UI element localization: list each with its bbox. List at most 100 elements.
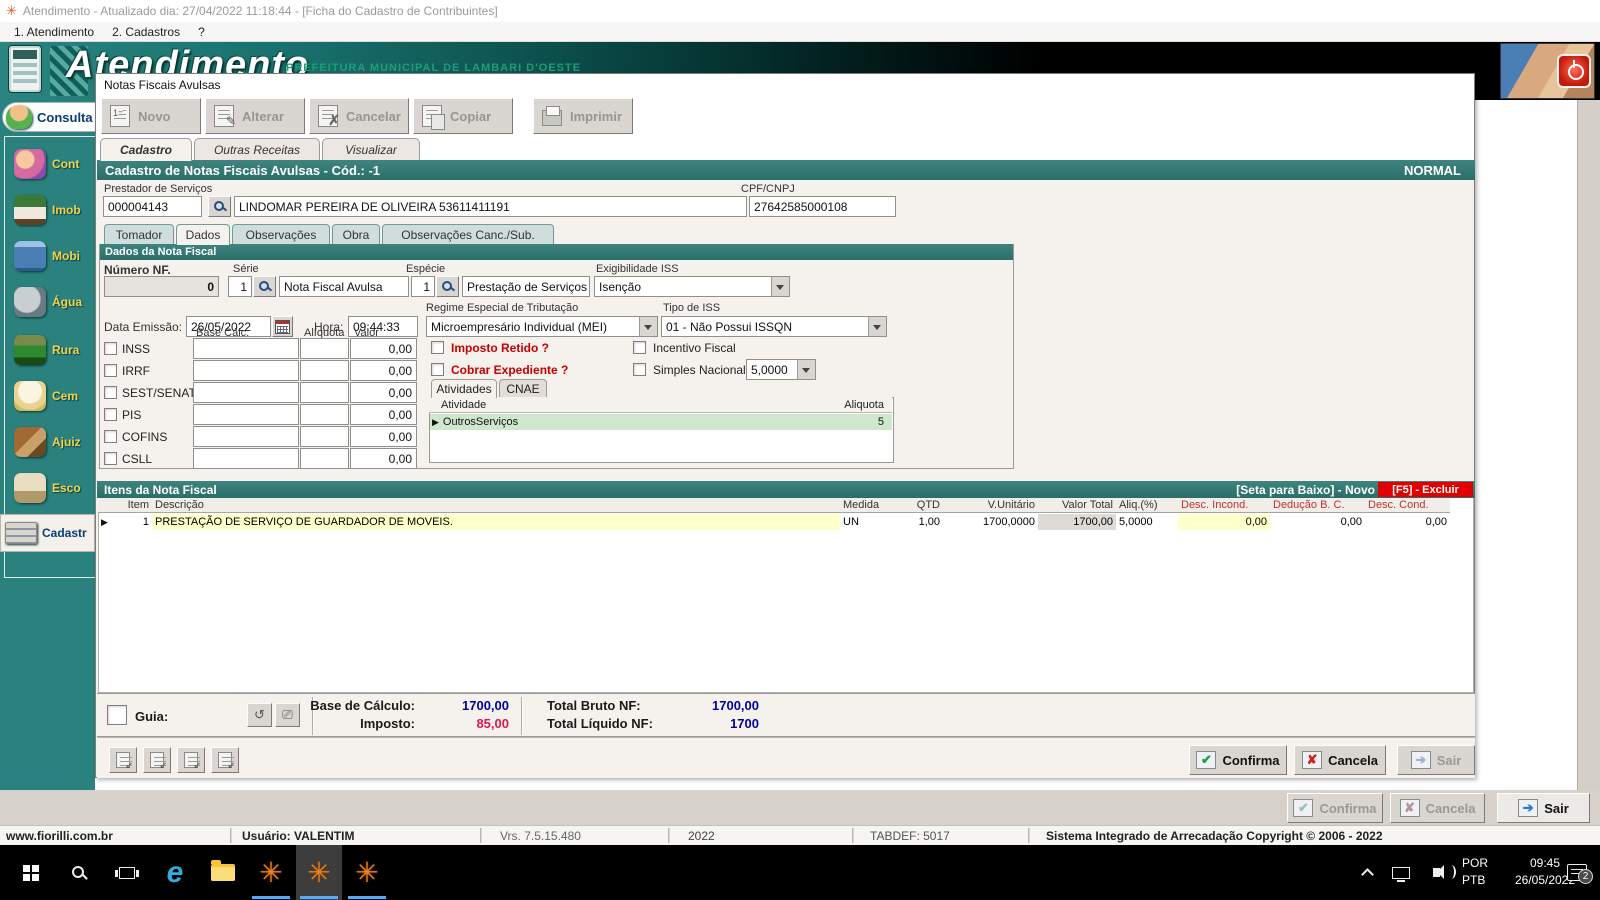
serie-input[interactable]: 1 [228,276,252,297]
fiorilli-app-3-button[interactable]: ✳ [344,845,390,900]
network-tray-button[interactable] [1385,845,1417,900]
tab-visualizar[interactable]: Visualizar [322,138,420,161]
irrf-aliq-input[interactable] [300,360,349,381]
calendar-button[interactable] [272,316,293,337]
pis-aliq-input[interactable] [300,404,349,425]
aliquota-col-header: Aliquota [844,398,884,411]
novo-button[interactable]: Novo [101,98,201,134]
inss-aliq-input[interactable] [300,338,349,359]
csll-base-input[interactable] [193,448,299,469]
cofins-base-input[interactable] [193,426,299,447]
item-row[interactable]: ▶ 1 PRESTAÇÃO DE SERVIÇO DE GUARDADOR DE… [98,514,1450,530]
cpf-cnpj-input[interactable]: 27642585000108 [749,196,896,217]
irrf-valor-input[interactable]: 0,00 [350,360,417,381]
inss-base-input[interactable] [193,338,299,359]
copiar-button[interactable]: Copiar [413,98,513,134]
tab-observacoes[interactable]: Observações [232,224,330,245]
prestador-search-button[interactable] [208,196,231,217]
confirma-button[interactable]: Confirma [1189,745,1287,775]
printer-icon [542,106,562,126]
tab-observacoes-canc[interactable]: Observações Canc./Sub. [382,224,554,245]
internet-explorer-button[interactable]: e [152,845,198,900]
simples-valor-select[interactable]: 5,0000 [746,359,816,380]
house-icon [14,195,46,225]
taskbar-search-button[interactable] [56,845,102,900]
irrf-base-input[interactable] [193,360,299,381]
menu-help[interactable]: ? [194,24,209,40]
new-record-icon [110,105,130,127]
fiorilli-app-1-button[interactable]: ✳ [248,845,294,900]
cofins-checkbox[interactable] [104,430,117,443]
pis-base-input[interactable] [193,404,299,425]
exigibilidade-select[interactable]: Isenção [594,276,790,297]
pis-checkbox[interactable] [104,408,117,421]
inss-valor-input[interactable]: 0,00 [350,338,417,359]
fiorilli-app-2-button[interactable]: ✳ [296,845,342,900]
outer-confirma-button[interactable]: Confirma [1287,793,1383,823]
nav-last-button[interactable] [211,747,239,773]
inss-checkbox[interactable] [104,342,117,355]
imposto-retido-checkbox[interactable] [431,341,444,354]
sair-button[interactable]: Sair [1397,745,1475,775]
numero-nf-input[interactable]: 0 [104,276,219,297]
sest-base-input[interactable] [193,382,299,403]
especie-input[interactable]: 1 [411,276,435,297]
status-year: 2022 [688,829,715,843]
file-explorer-button[interactable] [200,845,246,900]
sest-aliq-input[interactable] [300,382,349,403]
gavel-icon [14,427,46,457]
nav-next-button[interactable] [177,747,205,773]
sidebar-item-cadastro[interactable]: Cadastr [0,514,95,552]
atividade-row[interactable]: ▶ OutrosServiços 5 [430,414,892,430]
simples-nacional-label: Simples Nacional [653,363,746,377]
power-button-icon[interactable] [1557,54,1591,88]
menu-cadastros[interactable]: 2. Cadastros [108,24,184,40]
cancelar-button[interactable]: Cancelar [309,98,409,134]
tab-outras-receitas[interactable]: Outras Receitas [194,138,320,161]
menu-atendimento[interactable]: 1. Atendimento [10,24,98,40]
tab-cnae[interactable]: CNAE [499,379,547,398]
task-view-button[interactable] [104,845,150,900]
pis-valor-input[interactable]: 0,00 [350,404,417,425]
guia-checkbox[interactable] [107,705,127,725]
nav-first-button[interactable] [109,747,137,773]
regime-select[interactable]: Microempresário Individual (MEI) [426,316,658,337]
tab-dados[interactable]: Dados [176,224,230,245]
imprimir-button[interactable]: Imprimir [533,98,633,134]
outer-sair-button[interactable]: Sair [1497,793,1590,823]
irrf-checkbox[interactable] [104,364,117,377]
alterar-button[interactable]: Alterar [205,98,305,134]
prestador-name-input[interactable]: LINDOMAR PEREIRA DE OLIVEIRA 53611411191 [234,196,747,217]
sidebar-item-consulta[interactable]: Consulta [2,102,98,132]
nav-prev-button[interactable] [143,747,171,773]
prestador-code-input[interactable]: 000004143 [103,196,202,217]
tab-obra[interactable]: Obra [332,224,380,245]
especie-search-button[interactable] [436,276,459,297]
guia-label: Guia: [135,709,169,724]
start-button[interactable] [8,845,54,900]
especie-desc-input[interactable]: Prestação de Serviços [462,276,590,297]
sest-checkbox[interactable] [104,386,117,399]
serie-search-button[interactable] [253,276,276,297]
csll-checkbox[interactable] [104,452,117,465]
serie-desc-input[interactable]: Nota Fiscal Avulsa [279,276,409,297]
csll-aliq-input[interactable] [300,448,349,469]
incentivo-fiscal-checkbox[interactable] [633,341,646,354]
notification-center-button[interactable]: 2 [1558,845,1596,900]
tray-expand-button[interactable] [1352,845,1382,900]
tab-cadastro[interactable]: Cadastro [100,138,192,161]
tab-atividades[interactable]: Atividades [431,379,497,398]
tipo-iss-label: Tipo de ISS [663,302,721,314]
cobrar-expediente-checkbox[interactable] [431,363,444,376]
cobrar-expediente-label: Cobrar Expediente ? [451,363,569,377]
simples-nacional-checkbox[interactable] [633,363,646,376]
tipo-iss-select[interactable]: 01 - Não Possui ISSQN [661,316,887,337]
cofins-aliq-input[interactable] [300,426,349,447]
csll-valor-input[interactable]: 0,00 [350,448,417,469]
volume-tray-button[interactable] [1418,845,1456,900]
cofins-valor-input[interactable]: 0,00 [350,426,417,447]
outer-cancela-button[interactable]: Cancela [1390,793,1485,823]
sest-valor-input[interactable]: 0,00 [350,382,417,403]
tab-tomador[interactable]: Tomador [104,224,174,245]
cancela-button[interactable]: Cancela [1294,745,1386,775]
